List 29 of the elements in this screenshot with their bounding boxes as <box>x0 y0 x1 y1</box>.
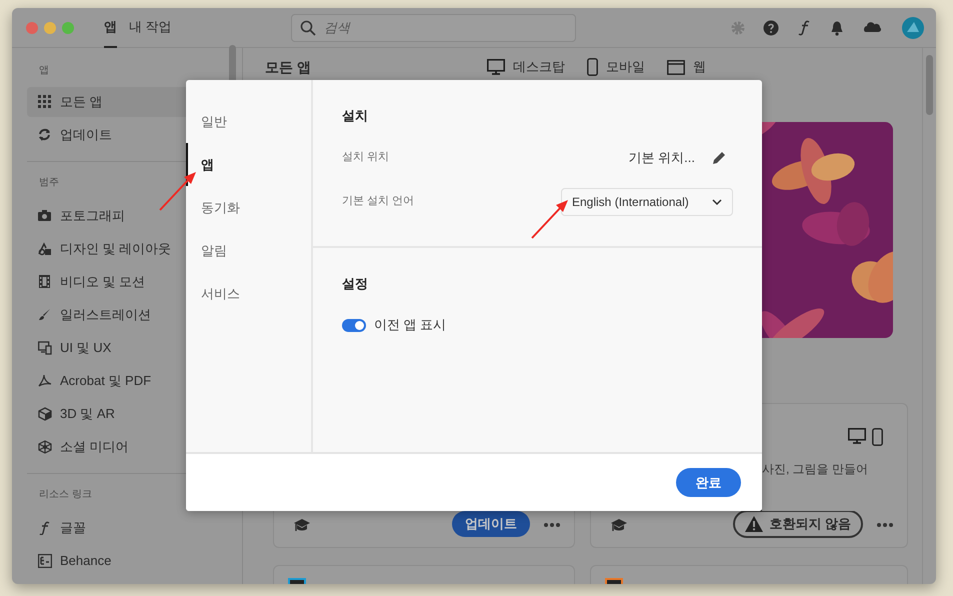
platform-tab[interactable]: 웹 <box>667 57 706 77</box>
search-field[interactable]: 검색 <box>290 14 576 42</box>
page-title: 모든 앱 <box>265 58 312 76</box>
language-dropdown[interactable]: English (International) <box>561 188 733 216</box>
dialog-nav-item[interactable]: 알림 <box>186 229 311 272</box>
dialog-nav-item[interactable]: 서비스 <box>186 272 311 315</box>
card-description: 사진, 그림을 만들어 <box>762 461 870 478</box>
tab[interactable]: 앱 <box>104 8 117 48</box>
sidebar-item[interactable]: 3D 및 AR <box>27 397 222 430</box>
sidebar-item[interactable]: UI 및 UX <box>27 331 222 364</box>
field-label: 기본 설치 언어 <box>342 194 414 210</box>
toggle-label: 이전 앱 표시 <box>374 316 446 334</box>
section-title: 설치 <box>342 107 369 125</box>
section-heading: 앱 <box>38 64 49 78</box>
sidebar-item[interactable]: 글꼴 <box>27 511 222 544</box>
tab[interactable]: 내 작업 <box>129 8 172 48</box>
sidebar-item[interactable]: 소셜 미디어 <box>27 430 222 463</box>
sidebar-item[interactable]: Acrobat 및 PDF <box>27 364 222 397</box>
platform-tab[interactable]: 모바일 <box>587 57 645 77</box>
done-button[interactable]: 완료 <box>676 468 741 497</box>
section-heading: 범주 <box>38 176 59 190</box>
section-heading: 리소스 링크 <box>38 488 92 502</box>
section-title: 설정 <box>342 274 369 292</box>
dialog-nav-item[interactable]: 동기화 <box>186 186 311 229</box>
platform-tab[interactable]: 데스크탑 <box>487 57 565 77</box>
update-button[interactable]: 업데이트 <box>452 511 530 537</box>
field-value: 기본 위치... <box>628 148 695 167</box>
sidebar-item[interactable]: Behance <box>27 544 222 577</box>
field-label: 설치 위치 <box>342 150 390 166</box>
